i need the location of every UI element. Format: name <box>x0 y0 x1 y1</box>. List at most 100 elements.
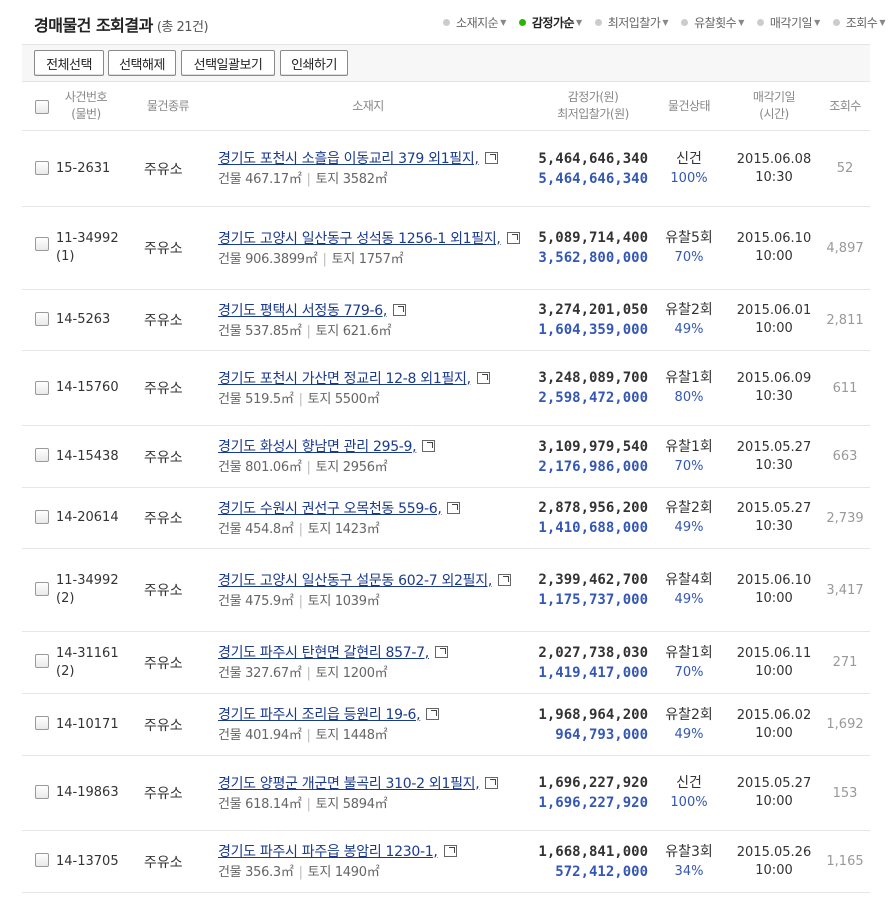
row-checkbox[interactable] <box>35 785 49 799</box>
row-checkbox[interactable] <box>35 237 49 251</box>
external-link-icon[interactable] <box>485 776 499 789</box>
sale-date-cell: 2015.05.27 10:30 <box>728 426 820 487</box>
row-checkbox[interactable] <box>35 312 49 326</box>
table-row[interactable]: 14-5263 주유소 경기도 평택시 서정동 779-6, 건물 537.85… <box>22 290 870 351</box>
table-row[interactable]: 15-2631 주유소 경기도 포천시 소흘읍 이동교리 379 외1필지, 건… <box>22 131 870 207</box>
address-link[interactable]: 경기도 양평군 개군면 불곡리 310-2 외1필지, <box>218 776 480 792</box>
sale-date: 2015.06.02 <box>736 707 812 723</box>
table-row[interactable]: 14-19863 주유소 경기도 양평군 개군면 불곡리 310-2 외1필지,… <box>22 756 870 831</box>
row-checkbox[interactable] <box>35 654 49 668</box>
sale-time: 10:30 <box>755 169 793 185</box>
table-row[interactable]: 14-31161 (2) 주유소 경기도 파주시 탄현면 갈현리 857-7, 건… <box>22 632 870 694</box>
table-row[interactable]: 14-13705 주유소 경기도 파주시 파주읍 봉암리 1230-1, 건물 … <box>22 831 870 893</box>
sale-date: 2015.06.11 <box>736 645 812 661</box>
external-link-icon[interactable] <box>434 646 448 658</box>
col-views: 조회수 <box>822 82 868 130</box>
external-link-icon[interactable] <box>497 573 511 586</box>
price-cell: 5,089,714,400 3,562,800,000 <box>518 207 648 289</box>
address-link[interactable]: 경기도 파주시 탄현면 갈현리 857-7, <box>218 645 429 661</box>
external-link-icon[interactable] <box>426 708 440 720</box>
external-link-icon[interactable] <box>484 152 498 164</box>
table-row[interactable]: 14-10171 주유소 경기도 파주시 조리읍 등원리 19-6, 건물 40… <box>22 694 870 756</box>
row-checkbox[interactable] <box>35 381 49 395</box>
chevron-down-icon: ▼ <box>738 18 744 27</box>
view-count: 153 <box>832 785 858 801</box>
area-info: 건물 467.17㎡ | 토지 3582㎡ <box>218 170 528 189</box>
property-kind: 주유소 <box>144 241 183 257</box>
case-number: 11-34992 (2) <box>56 549 119 631</box>
address-link[interactable]: 경기도 고양시 일산동구 성석동 1256-1 외1필지, <box>218 231 501 247</box>
external-link-icon[interactable] <box>447 501 461 514</box>
row-checkbox[interactable] <box>35 853 49 867</box>
sale-date-cell: 2015.06.10 10:00 <box>728 549 820 631</box>
sale-time: 10:30 <box>755 519 793 534</box>
address-link[interactable]: 경기도 포천시 소흘읍 이동교리 379 외1필지, <box>218 151 479 167</box>
land-area: 토지 1448㎡ <box>315 728 388 743</box>
address-link[interactable]: 경기도 파주시 조리읍 등원리 19-6, <box>218 707 421 723</box>
external-link-icon[interactable] <box>476 371 490 384</box>
sale-date: 2015.06.09 <box>736 371 812 386</box>
sort-appraisal[interactable]: 감정가순 ▼ <box>518 14 582 31</box>
table-row[interactable]: 14-15760 주유소 경기도 포천시 가산면 정교리 12-8 외1필지, … <box>22 351 870 426</box>
bid-ratio: 49% <box>674 726 704 742</box>
deselect-button[interactable]: 선택해제 <box>108 50 176 76</box>
case-sub-text: (2) <box>56 663 75 679</box>
divider: | <box>298 593 303 609</box>
location-cell: 경기도 화성시 향남면 관리 295-9, 건물 801.06㎡ | 토지 2956… <box>218 426 528 487</box>
status-cell: 유찰2회 49% <box>652 290 726 350</box>
table-row[interactable]: 11-34992 (2) 주유소 경기도 고양시 일산동구 설문동 602-7 외… <box>22 549 870 632</box>
sort-location[interactable]: 소재지순 ▼ <box>443 14 506 31</box>
row-checkbox[interactable] <box>35 510 49 524</box>
appraisal-price: 5,089,714,400 <box>538 230 648 246</box>
status-text: 유찰2회 <box>665 706 713 723</box>
external-link-icon[interactable] <box>393 303 407 316</box>
sort-min-bid[interactable]: 최저입찰가 ▼ <box>594 14 669 31</box>
case-number: 14-31161 (2) <box>56 632 119 693</box>
row-checkbox[interactable] <box>35 582 49 596</box>
table-row[interactable]: 14-15438 주유소 경기도 화성시 향남면 관리 295-9, 건물 80… <box>22 426 870 488</box>
property-kind: 주유소 <box>144 655 183 672</box>
appraisal-price: 5,464,646,340 <box>538 150 648 167</box>
bid-ratio: 49% <box>674 322 704 337</box>
sort-options: 소재지순 ▼ 감정가순 ▼ 최저입찰가 ▼ 유찰횟수 ▼ 매각기일 ▼ 조회수 ▼ <box>430 14 885 31</box>
price-cell: 2,878,956,200 1,410,688,000 <box>518 488 648 548</box>
row-checkbox[interactable] <box>35 448 49 462</box>
row-checkbox[interactable] <box>35 716 49 730</box>
location-cell: 경기도 고양시 일산동구 성석동 1256-1 외1필지, 건물 906.389… <box>218 207 528 289</box>
sort-fail-count[interactable]: 유찰횟수 ▼ <box>681 14 744 31</box>
address-link[interactable]: 경기도 포천시 가산면 정교리 12-8 외1필지, <box>218 371 471 387</box>
view-count: 271 <box>832 655 858 670</box>
view-selected-button[interactable]: 선택일괄보기 <box>181 50 275 76</box>
address-link[interactable]: 경기도 수원시 권선구 오목천동 559-6, <box>218 501 442 517</box>
sort-views[interactable]: 조회수 ▼ <box>832 14 885 31</box>
divider: | <box>306 666 311 681</box>
price-cell: 1,968,964,200 964,793,000 <box>518 694 648 755</box>
results-header: 경매물건 조회결과 (총 21건) 소재지순 ▼ 감정가순 ▼ 최저입찰가 ▼ 유찰횟수… <box>0 0 889 44</box>
sale-date: 2015.05.27 <box>736 776 812 791</box>
location-cell: 경기도 포천시 가산면 정교리 12-8 외1필지, 건물 519.5㎡ | 토지 … <box>218 351 528 425</box>
external-link-icon[interactable] <box>443 845 457 857</box>
sale-time: 10:00 <box>755 725 793 741</box>
select-all-checkbox[interactable] <box>35 100 49 114</box>
table-row[interactable]: 11-34992 (1) 주유소 경기도 고양시 일산동구 성석동 1256-1 … <box>22 207 870 290</box>
address-link[interactable]: 경기도 화성시 향남면 관리 295-9, <box>218 439 417 455</box>
address-link[interactable]: 경기도 파주시 파주읍 봉암리 1230-1, <box>218 844 438 860</box>
sort-label: 매각기일 <box>769 16 813 30</box>
building-area: 건물 906.3899㎡ <box>218 251 318 267</box>
case-sub-text: (1) <box>56 249 75 264</box>
print-button[interactable]: 인쇄하기 <box>280 50 348 76</box>
address-link[interactable]: 경기도 평택시 서정동 779-6, <box>218 303 387 319</box>
table-row[interactable]: 14-20614 주유소 경기도 수원시 권선구 오목천동 559-6, 건물 … <box>22 488 870 549</box>
case-sub-text: (2) <box>56 591 75 606</box>
select-all-button[interactable]: 전체선택 <box>34 50 104 76</box>
bid-ratio: 80% <box>674 390 704 405</box>
status-text: 유찰2회 <box>665 302 713 318</box>
divider: | <box>298 391 303 407</box>
sort-sale-date[interactable]: 매각기일 ▼ <box>756 14 820 31</box>
row-checkbox[interactable] <box>35 161 49 175</box>
sort-label: 소재지순 <box>456 16 499 30</box>
price-cell: 1,668,841,000 572,412,000 <box>518 831 648 892</box>
sale-date: 2015.05.26 <box>736 844 812 860</box>
address-link[interactable]: 경기도 고양시 일산동구 설문동 602-7 외2필지, <box>218 573 492 589</box>
external-link-icon[interactable] <box>422 440 436 452</box>
